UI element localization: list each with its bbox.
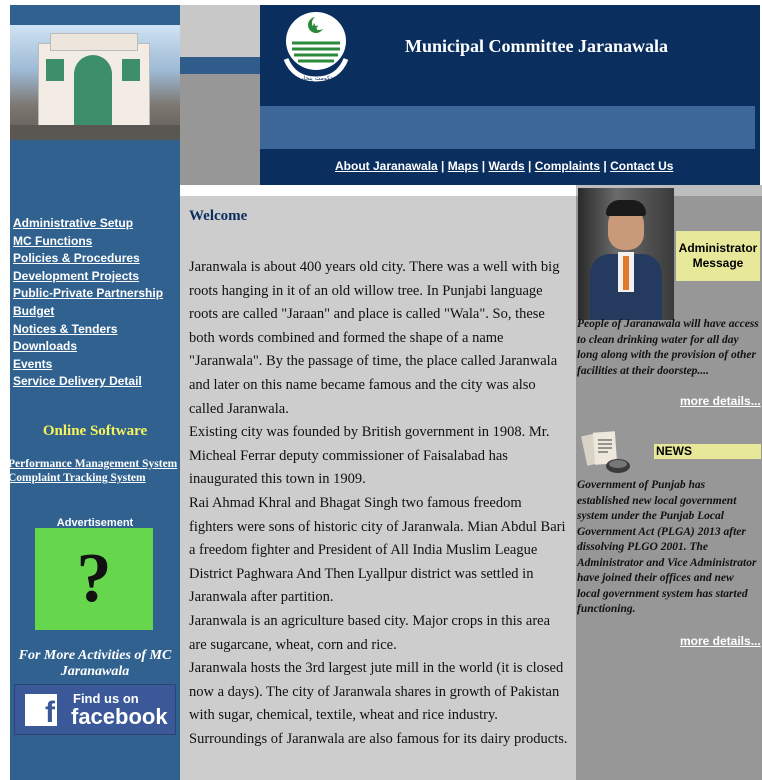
nav-about-jaranawala[interactable]: About Jaranawala [335,159,438,173]
menu-policies-procedures[interactable]: Policies & Procedures [13,250,163,268]
header-grey-block-bottom [180,74,260,185]
menu-downloads[interactable]: Downloads [13,338,163,356]
paragraph-industry: Jaranwala hosts the 3rd largest jute mil… [189,660,568,747]
paragraph-founding: Existing city was founded by British gov… [189,424,550,488]
paragraph-agriculture: Jaranwala is an agriculture based city. … [189,612,551,653]
welcome-body: Jaranwala is about 400 years old city. T… [189,256,569,751]
online-software-heading: Online Software [42,423,148,439]
nav-contact-us[interactable]: Contact Us [610,159,673,173]
menu-notices-tenders[interactable]: Notices & Tenders [13,321,163,339]
facebook-icon: f [25,694,57,729]
more-activities-text: For More Activities of MC Jaranawala [18,648,172,679]
menu-budget[interactable]: Budget [13,303,163,321]
nav-maps[interactable]: Maps [448,159,479,173]
welcome-heading: Welcome [189,208,248,224]
top-navigation: About Jaranawala | Maps | Wards | Compla… [335,159,674,173]
nav-wards[interactable]: Wards [488,159,524,173]
news-more-details-link[interactable]: more details... [680,634,761,648]
menu-development-projects[interactable]: Development Projects [13,268,163,286]
news-label: NEWS [654,444,761,459]
advertisement-placeholder[interactable]: ? [35,528,153,630]
administrator-message-text: People of Jaranawala will have access to… [577,318,759,377]
paragraph-freedom-fighters: Rai Ahmad Khral and Bhagat Singh two fam… [189,494,566,606]
header-blue-bar [260,106,755,149]
site-title: Municipal Committee Jaranawala [405,36,668,56]
link-performance-management-system[interactable]: Performance Management System [8,457,178,471]
menu-administrative-setup[interactable]: Administrative Setup [13,215,163,233]
news-line: Government of Punjab has established new… [577,479,757,569]
sidebar-menu: Administrative Setup MC Functions Polici… [13,215,163,391]
administrator-message-label: Administrator Message [676,231,760,281]
newspaper-icon [580,428,634,476]
nav-complaints[interactable]: Complaints [535,159,600,173]
administrator-photo [578,188,674,320]
punjab-government-logo: حکومت پنجاب [280,9,350,84]
link-complaint-tracking-system[interactable]: Complaint Tracking System [8,471,178,485]
menu-events[interactable]: Events [13,356,163,374]
logo-caption: حکومت پنجاب [298,75,334,82]
news-line: have joined their offices and new local … [577,572,748,615]
building-photo [10,25,180,140]
administrator-more-details-link[interactable]: more details... [680,394,761,408]
menu-public-private-partnership[interactable]: Public-Private Partnership [13,285,163,303]
news-text: Government of Punjab has established new… [577,478,759,618]
header-grey-block-top [180,5,260,57]
facebook-wordmark: facebook [71,704,168,729]
paragraph-history: Jaranwala is about 400 years old city. T… [189,259,560,417]
menu-mc-functions[interactable]: MC Functions [13,233,163,251]
software-links: Performance Management System Complaint … [8,457,178,485]
menu-service-delivery-detail[interactable]: Service Delivery Detail [13,373,163,391]
facebook-button[interactable]: f Find us on facebook [14,684,176,735]
header-blue-band [180,57,260,74]
